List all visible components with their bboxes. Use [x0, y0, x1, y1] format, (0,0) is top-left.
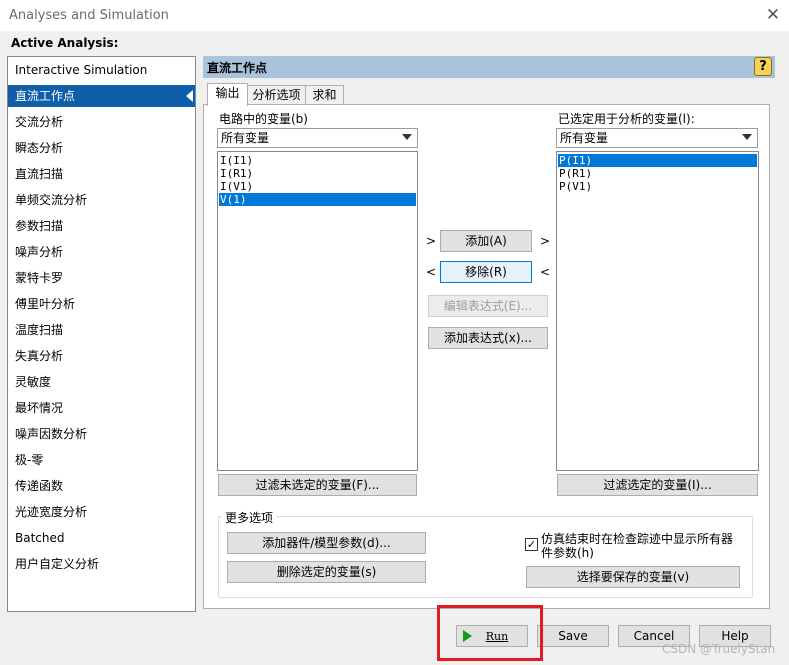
analysis-item[interactable]: 傅里叶分析: [8, 293, 195, 315]
analysis-item[interactable]: 温度扫描: [8, 319, 195, 341]
selected-variables-list[interactable]: P(I1) P(R1) P(V1): [556, 151, 759, 471]
selected-variables-label: 已选定用于分析的变量(l):: [558, 112, 695, 126]
analysis-item[interactable]: 噪声分析: [8, 241, 195, 263]
add-button[interactable]: 添加(A): [440, 230, 532, 252]
analysis-item[interactable]: 光迹宽度分析: [8, 501, 195, 523]
analysis-item[interactable]: 参数扫描: [8, 215, 195, 237]
selected-variables-filter-select[interactable]: 所有变量: [556, 128, 758, 148]
analysis-item[interactable]: 用户自定义分析: [8, 553, 195, 575]
run-highlight-box: [437, 605, 543, 661]
title-bar: Analyses and Simulation ✕: [0, 0, 789, 31]
active-analysis-label: Active Analysis:: [11, 36, 119, 50]
circuit-variables-filter-value: 所有变量: [221, 131, 270, 145]
help-icon[interactable]: ?: [754, 57, 772, 76]
panel-title: 直流工作点: [207, 61, 268, 75]
circuit-variables-list[interactable]: I(I1) I(R1) I(V1) V(1): [217, 151, 418, 471]
analysis-item[interactable]: 传递函数: [8, 475, 195, 497]
tab-summary[interactable]: 求和: [305, 85, 344, 105]
variable-item[interactable]: P(R1): [558, 167, 757, 180]
analysis-item[interactable]: 最坏情况: [8, 397, 195, 419]
filter-unselected-button[interactable]: 过滤未选定的变量(F)...: [218, 474, 417, 496]
variable-item[interactable]: P(I1): [558, 154, 757, 167]
delete-selected-variable-button[interactable]: 删除选定的变量(s): [227, 561, 426, 583]
analysis-item[interactable]: 交流分析: [8, 111, 195, 133]
chevron-right-icon: >: [540, 234, 551, 248]
chevron-left-icon: <: [540, 265, 551, 279]
watermark: CSDN @TruelyStan: [662, 642, 776, 656]
panel-header: 直流工作点 ?: [203, 56, 775, 78]
analysis-item[interactable]: 失真分析: [8, 345, 195, 367]
analysis-item[interactable]: 极-零: [8, 449, 195, 471]
circuit-variables-filter-select[interactable]: 所有变量: [217, 128, 418, 148]
analysis-item[interactable]: Interactive Simulation: [8, 59, 195, 81]
chevron-down-icon: [399, 129, 417, 147]
analysis-item[interactable]: 蒙特卡罗: [8, 267, 195, 289]
tab-output[interactable]: 输出: [207, 83, 248, 106]
chevron-right-icon: >: [426, 234, 437, 248]
variable-item[interactable]: I(V1): [219, 180, 416, 193]
show-all-device-params-checkbox[interactable]: ✓: [525, 538, 538, 551]
edit-expression-button[interactable]: 编辑表达式(E)...: [428, 295, 548, 317]
analysis-item[interactable]: 单频交流分析: [8, 189, 195, 211]
analysis-item[interactable]: 直流工作点: [8, 85, 195, 107]
analysis-item[interactable]: 瞬态分析: [8, 137, 195, 159]
add-expression-button[interactable]: 添加表达式(x)...: [428, 327, 548, 349]
select-variables-to-save-button[interactable]: 选择要保存的变量(v): [526, 566, 740, 588]
window-title: Analyses and Simulation: [9, 8, 169, 23]
chevron-down-icon: [739, 129, 757, 147]
circuit-variables-label: 电路中的变量(b): [219, 112, 308, 126]
save-button[interactable]: Save: [537, 625, 609, 647]
variable-item[interactable]: P(V1): [558, 180, 757, 193]
variable-item[interactable]: V(1): [219, 193, 416, 206]
chevron-left-icon: <: [426, 265, 437, 279]
analysis-item[interactable]: 灵敏度: [8, 371, 195, 393]
variable-item[interactable]: I(I1): [219, 154, 416, 167]
more-options-title: 更多选项: [222, 509, 277, 526]
variable-item[interactable]: I(R1): [219, 167, 416, 180]
analysis-item[interactable]: 直流扫描: [8, 163, 195, 185]
add-device-model-param-button[interactable]: 添加器件/模型参数(d)...: [227, 532, 426, 554]
tab-analysis-options[interactable]: 分析选项: [247, 85, 306, 105]
show-all-device-params-label: 仿真结束时在检查踪迹中显示所有器件参数(h): [541, 532, 734, 560]
analysis-list[interactable]: Interactive Simulation 直流工作点交流分析瞬态分析直流扫描单…: [7, 56, 196, 612]
close-icon[interactable]: ✕: [764, 4, 782, 26]
analysis-item[interactable]: Batched: [8, 527, 195, 549]
analysis-item[interactable]: 噪声因数分析: [8, 423, 195, 445]
remove-button[interactable]: 移除(R): [440, 261, 532, 283]
filter-selected-button[interactable]: 过滤选定的变量(I)...: [557, 474, 758, 496]
selected-variables-filter-value: 所有变量: [560, 131, 609, 145]
